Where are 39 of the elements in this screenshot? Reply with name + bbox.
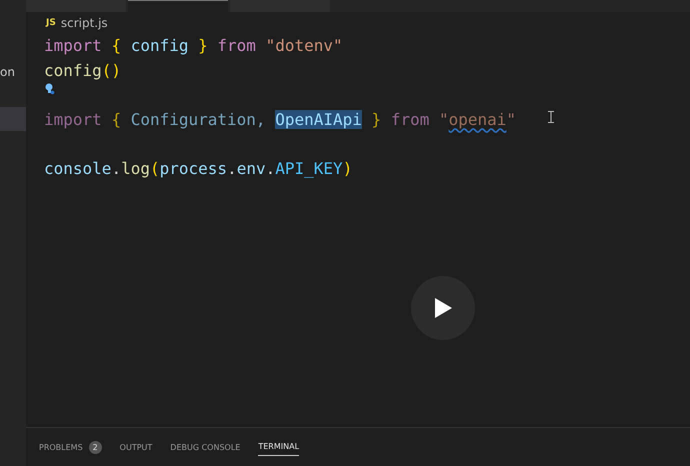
code-token: Configuration, bbox=[130, 110, 267, 128]
code-token: import bbox=[44, 36, 103, 55]
code-token: config bbox=[130, 36, 190, 55]
javascript-file-icon: JS bbox=[46, 18, 56, 28]
breadcrumb-file[interactable]: script.js bbox=[60, 16, 108, 30]
panel-tab[interactable]: PROBLEMS 2 bbox=[39, 436, 102, 458]
code-token: . bbox=[227, 158, 237, 178]
code-token: env bbox=[236, 158, 266, 178]
code-token: OpenAIApi bbox=[275, 110, 362, 128]
code-token: import bbox=[44, 110, 103, 128]
code-token: } bbox=[370, 110, 382, 128]
text-cursor-icon bbox=[548, 111, 554, 123]
code-token: . bbox=[266, 158, 276, 178]
code-token: " bbox=[438, 110, 449, 128]
sidebar-item[interactable]: on bbox=[0, 62, 26, 82]
editor-tab[interactable] bbox=[128, 0, 228, 12]
count-badge: 2 bbox=[88, 440, 102, 454]
panel-tab[interactable]: OUTPUT bbox=[120, 438, 152, 456]
code-token: ) bbox=[342, 158, 352, 178]
code-token: API_KEY bbox=[275, 158, 343, 178]
panel-tab[interactable]: DEBUG CONSOLE bbox=[170, 438, 240, 456]
lightbulb-icon[interactable] bbox=[45, 83, 55, 95]
code-token: { bbox=[111, 36, 122, 55]
code-token: { bbox=[111, 110, 122, 128]
play-icon bbox=[433, 297, 453, 319]
code-token: console bbox=[44, 158, 112, 178]
code-token: "dotenv" bbox=[266, 36, 343, 55]
code-token: () bbox=[102, 60, 122, 80]
code-token: " bbox=[506, 110, 516, 128]
panel-tab[interactable]: TERMINAL bbox=[258, 438, 300, 456]
code-token: from bbox=[217, 36, 257, 55]
code-token: log bbox=[121, 158, 150, 178]
code-token: . bbox=[111, 158, 122, 178]
code-token: from bbox=[390, 110, 430, 128]
code-token: ( bbox=[150, 158, 160, 178]
code-token: process bbox=[160, 158, 228, 178]
code-token: openai bbox=[448, 110, 506, 128]
code-token: } bbox=[198, 36, 209, 55]
code-token: config bbox=[44, 60, 102, 80]
